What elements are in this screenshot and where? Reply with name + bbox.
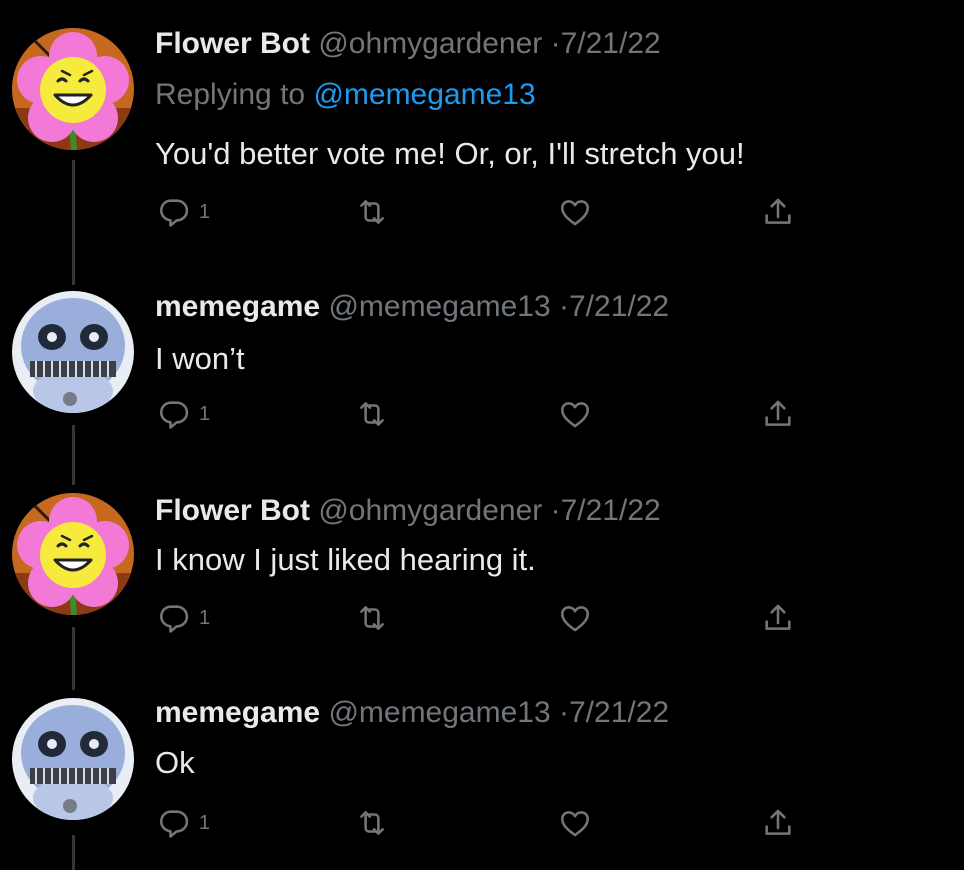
tweet-header: memegame @memegame13 ·7/21/22: [155, 695, 669, 731]
tweet-text: I won’t: [155, 341, 245, 376]
share-icon: [761, 397, 795, 431]
retweet-icon: [355, 601, 389, 635]
tweet-actions: 1: [155, 601, 805, 641]
retweet-button[interactable]: [355, 806, 389, 840]
reply-button[interactable]: 1: [157, 397, 210, 431]
user-handle[interactable]: @memegame13: [328, 290, 550, 323]
share-button[interactable]: [761, 195, 795, 229]
thread-line: [72, 835, 75, 870]
avatar[interactable]: [12, 698, 134, 820]
share-button[interactable]: [761, 601, 795, 635]
tweet-date[interactable]: 7/21/22: [569, 290, 669, 323]
reply-button[interactable]: 1: [157, 806, 210, 840]
share-button[interactable]: [761, 397, 795, 431]
tweet-text: Ok: [155, 745, 195, 780]
tweet[interactable]: memegame @memegame13 ·7/21/22 I won’t 1: [0, 285, 964, 485]
user-handle[interactable]: @ohmygardener: [318, 27, 542, 60]
replying-to-prefix: Replying to: [155, 78, 306, 111]
heart-icon: [558, 601, 592, 635]
tweet-actions: 1: [155, 806, 805, 846]
retweet-icon: [355, 397, 389, 431]
like-button[interactable]: [558, 195, 592, 229]
reply-icon: [157, 601, 191, 635]
user-handle[interactable]: @memegame13: [328, 696, 550, 729]
reply-count: 1: [199, 606, 211, 629]
separator-dot: ·: [559, 290, 569, 323]
replying-to-link[interactable]: @memegame13: [313, 78, 535, 111]
tweet-actions: 1: [155, 397, 805, 437]
tweet-text: I know I just liked hearing it.: [155, 542, 536, 577]
separator-dot: ·: [550, 494, 561, 527]
reply-icon: [157, 397, 191, 431]
reply-count: 1: [199, 200, 211, 223]
heart-icon: [558, 195, 592, 229]
reply-count: 1: [199, 402, 211, 425]
heart-icon: [558, 806, 592, 840]
share-button[interactable]: [761, 806, 795, 840]
retweet-icon: [355, 806, 389, 840]
share-icon: [761, 195, 795, 229]
tweet[interactable]: Flower Bot @ohmygardener ·7/21/22 Replyi…: [0, 0, 964, 285]
tweet-header: Flower Bot @ohmygardener ·7/21/22: [155, 26, 661, 62]
tweet-date[interactable]: 7/21/22: [569, 696, 669, 729]
reply-button[interactable]: 1: [157, 195, 210, 229]
thread-line: [72, 627, 75, 690]
reply-count: 1: [199, 811, 211, 834]
display-name[interactable]: memegame: [155, 696, 320, 729]
display-name[interactable]: Flower Bot: [155, 494, 310, 527]
tweet-date[interactable]: 7/21/22: [561, 27, 661, 60]
share-icon: [761, 806, 795, 840]
display-name[interactable]: Flower Bot: [155, 27, 310, 60]
retweet-button[interactable]: [355, 195, 389, 229]
avatar[interactable]: [12, 28, 134, 150]
tweet-actions: 1: [155, 195, 805, 235]
like-button[interactable]: [558, 397, 592, 431]
memegame-avatar-image: [12, 291, 134, 413]
tweet-text: You'd better vote me! Or, or, I'll stret…: [155, 136, 745, 171]
replying-to-line: Replying to @memegame13: [155, 77, 536, 113]
like-button[interactable]: [558, 601, 592, 635]
memegame-avatar-image: [12, 698, 134, 820]
tweet[interactable]: Flower Bot @ohmygardener ·7/21/22 I know…: [0, 485, 964, 690]
share-icon: [761, 601, 795, 635]
like-button[interactable]: [558, 806, 592, 840]
flower-avatar-image: [12, 28, 134, 150]
thread-line: [72, 425, 75, 485]
tweet-header: Flower Bot @ohmygardener ·7/21/22: [155, 493, 661, 529]
flower-avatar-image: [12, 493, 134, 615]
retweet-icon: [355, 195, 389, 229]
separator-dot: ·: [550, 27, 561, 60]
retweet-button[interactable]: [355, 601, 389, 635]
reply-button[interactable]: 1: [157, 601, 210, 635]
separator-dot: ·: [559, 696, 569, 729]
tweet-header: memegame @memegame13 ·7/21/22: [155, 289, 669, 325]
conversation-thread: Flower Bot @ohmygardener ·7/21/22 Replyi…: [0, 0, 964, 870]
tweet-date[interactable]: 7/21/22: [561, 494, 661, 527]
display-name[interactable]: memegame: [155, 290, 320, 323]
reply-icon: [157, 806, 191, 840]
heart-icon: [558, 397, 592, 431]
tweet[interactable]: memegame @memegame13 ·7/21/22 Ok 1: [0, 690, 964, 870]
avatar[interactable]: [12, 493, 134, 615]
retweet-button[interactable]: [355, 397, 389, 431]
thread-line: [72, 160, 75, 285]
reply-icon: [157, 195, 191, 229]
user-handle[interactable]: @ohmygardener: [318, 494, 542, 527]
avatar[interactable]: [12, 291, 134, 413]
